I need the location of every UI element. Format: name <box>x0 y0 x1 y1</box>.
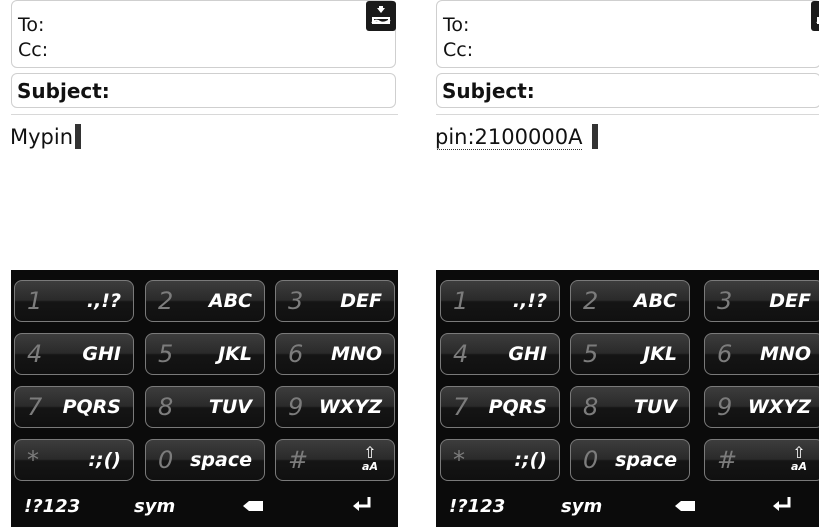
shift-icon: ⇧ aA <box>791 443 807 473</box>
key-9[interactable]: 9 WXYZ <box>275 386 395 428</box>
key-9[interactable]: 9 WXYZ <box>704 386 819 428</box>
key-8[interactable]: 8 TUV <box>145 386 265 428</box>
subject-label: Subject: <box>17 79 110 103</box>
num-sym-toggle[interactable]: !?123 <box>449 496 505 517</box>
divider <box>11 114 398 115</box>
key-8[interactable]: 8 TUV <box>570 386 690 428</box>
cc-field[interactable]: Cc: <box>18 39 48 61</box>
enter-icon[interactable] <box>772 497 792 511</box>
recipients-box[interactable]: To: Cc: <box>436 0 819 68</box>
subject-field[interactable]: Subject: <box>11 73 396 108</box>
compose-screen-right: To: Cc: Subject: pin:2100000A 1.,!? 2 ABC… <box>436 0 819 527</box>
sym-key[interactable]: sym <box>561 496 602 517</box>
to-field[interactable]: To: <box>443 14 469 36</box>
key-5[interactable]: 5 JKL <box>570 333 690 375</box>
shift-icon: ⇧ aA <box>362 443 378 473</box>
recipients-box[interactable]: To: Cc: <box>11 0 396 68</box>
key-star[interactable]: *:;() <box>14 439 134 481</box>
key-0-space[interactable]: 0 space <box>145 439 265 481</box>
keypad-bottom-row: !?123 sym <box>11 488 398 527</box>
virtual-keypad: 1.,!? 2 ABC 3 DEF 4 GHI 5 JKL 6 MNO 7 PQRS 8 TU… <box>436 270 819 527</box>
num-sym-toggle[interactable]: !?123 <box>24 496 80 517</box>
to-field[interactable]: To: <box>18 14 44 36</box>
key-6[interactable]: 6 MNO <box>275 333 395 375</box>
text-cursor <box>75 124 82 149</box>
key-4[interactable]: 4 GHI <box>440 333 560 375</box>
text-cursor <box>592 124 599 149</box>
cc-field[interactable]: Cc: <box>443 39 473 61</box>
key-1[interactable]: 1.,!? <box>14 280 134 322</box>
backspace-icon[interactable] <box>243 501 263 511</box>
key-0-space[interactable]: 0 space <box>570 439 690 481</box>
enter-icon[interactable] <box>352 497 372 511</box>
sym-key[interactable]: sym <box>134 496 175 517</box>
key-3[interactable]: 3 DEF <box>704 280 819 322</box>
key-3[interactable]: 3 DEF <box>275 280 395 322</box>
attachment-tray-icon[interactable] <box>811 1 819 31</box>
body-text: Mypin <box>11 125 74 149</box>
pin-link[interactable]: pin:2100000A <box>436 125 583 150</box>
key-2[interactable]: 2 ABC <box>570 280 690 322</box>
key-hash-shift[interactable]: # ⇧ aA <box>704 439 819 481</box>
key-hash-shift[interactable]: # ⇧ aA <box>275 439 395 481</box>
key-7[interactable]: 7 PQRS <box>14 386 134 428</box>
key-star[interactable]: *:;() <box>440 439 560 481</box>
subject-field[interactable]: Subject: <box>436 73 819 108</box>
divider <box>436 114 819 115</box>
key-2[interactable]: 2 ABC <box>145 280 265 322</box>
message-body[interactable]: pin:2100000A <box>436 124 599 150</box>
key-4[interactable]: 4 GHI <box>14 333 134 375</box>
key-1[interactable]: 1.,!? <box>440 280 560 322</box>
virtual-keypad: 1.,!? 2 ABC 3 DEF 4 GHI 5 JKL 6 MNO 7 PQRS 8 TU… <box>11 270 398 527</box>
key-6[interactable]: 6 MNO <box>704 333 819 375</box>
attachment-tray-icon[interactable] <box>366 1 396 31</box>
subject-label: Subject: <box>442 79 535 103</box>
compose-screen-left: To: Cc: Subject: Mypin 1.,!? 2 ABC 3 DEF 4… <box>11 0 398 527</box>
message-body[interactable]: Mypin <box>11 124 82 149</box>
backspace-icon[interactable] <box>675 501 695 511</box>
key-5[interactable]: 5 JKL <box>145 333 265 375</box>
key-7[interactable]: 7 PQRS <box>440 386 560 428</box>
keypad-bottom-row: !?123 sym <box>436 488 819 527</box>
